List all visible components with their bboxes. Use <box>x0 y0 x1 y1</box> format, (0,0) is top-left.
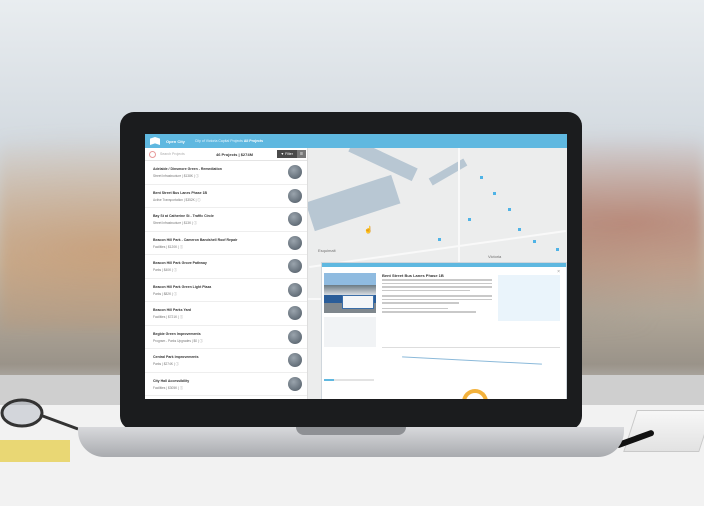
project-name: City Hall Accessibility <box>153 378 190 383</box>
project-meta: Active Transportation | $352K | ⓘ <box>153 197 201 202</box>
project-info-box <box>498 275 560 321</box>
harbour-water <box>308 174 401 232</box>
breadcrumb-current: All Projects <box>243 139 264 143</box>
laptop-screen: Open City City of Victoria Capital Proje… <box>145 134 567 399</box>
project-marker[interactable] <box>438 238 441 241</box>
panel-title: Bent Street Bus Lanes Phase 1B <box>382 273 444 278</box>
project-meta: Parks | $82K | ⓘ <box>153 291 177 296</box>
list-item[interactable]: Begbie Green Improvements Program - Parks… <box>145 326 307 349</box>
search-input[interactable]: Search Projects <box>160 152 208 156</box>
list-item[interactable]: Beacon Hill Park Grove Pathway Parks | $4… <box>145 255 307 279</box>
pointer-cursor-icon: ☝ <box>364 227 373 234</box>
gorge-water <box>428 158 468 186</box>
project-thumbnail <box>288 282 302 297</box>
search-icon <box>149 150 156 158</box>
project-thumbnail <box>288 235 302 250</box>
project-meta: Facilities | $721K | ⓘ <box>153 315 184 319</box>
eyeglasses-prop <box>0 398 79 431</box>
project-name: Beacon Hill Park Green Light Plaza <box>153 284 212 289</box>
list-view-button[interactable]: ☰ <box>296 150 306 158</box>
brand-name[interactable]: Open City <box>166 139 185 144</box>
project-thumbnail <box>288 212 302 226</box>
project-sidebar: Search Projects 46 Projects | $274M ▼ Fi… <box>145 148 308 399</box>
bus-image <box>342 295 374 309</box>
project-meta: Program - Parks Upgrades | $0 | ⓘ <box>153 338 203 343</box>
project-thumbnail <box>288 165 302 179</box>
notebook-prop <box>623 410 704 452</box>
project-marker[interactable] <box>556 248 559 251</box>
breadcrumb-parent[interactable]: City of Victoria Capital Projects <box>195 139 243 143</box>
project-list: Adelaide / Dinsmore Green - Remediation S… <box>145 161 307 396</box>
project-name: Beacon Hill Park Grove Pathway <box>153 261 207 265</box>
project-marker[interactable] <box>518 228 521 231</box>
list-item[interactable]: Beacon Hill Parks Yard Facilities | $721K… <box>145 302 307 326</box>
photo-progress-bar <box>324 379 374 381</box>
project-photo[interactable] <box>324 273 376 313</box>
project-name: Central Park Improvements <box>153 355 199 359</box>
project-meta: Street Infrastructure | $13K | ⓘ <box>153 221 197 225</box>
project-meta: Parks | $40K | ⓘ <box>153 268 177 272</box>
budget-donut-chart <box>462 389 488 399</box>
project-thumbnail <box>288 306 302 320</box>
project-name: Adelaide / Dinsmore Green - Remediation <box>153 167 222 171</box>
sticky-notes-prop <box>0 440 70 462</box>
project-meta: Parks | $274K | ⓘ <box>153 362 179 366</box>
project-meta: Facilities | $120K | ⓘ <box>153 244 184 249</box>
project-marker[interactable] <box>508 208 511 211</box>
project-marker[interactable] <box>493 192 496 195</box>
project-description <box>382 279 492 315</box>
budget-line <box>402 356 542 365</box>
project-name: Beacon Hill Park - Cameron Bandshell Roo… <box>153 237 238 242</box>
map-label-victoria: Victoria <box>488 254 502 259</box>
list-item[interactable]: Adelaide / Dinsmore Green - Remediation S… <box>145 161 307 185</box>
panel-header-bar <box>322 263 566 267</box>
project-thumbnail <box>288 259 302 273</box>
breadcrumb: City of Victoria Capital Projects All Pr… <box>195 139 263 143</box>
list-item[interactable]: Beacon Hill Park Green Light Plaza Parks … <box>145 279 307 302</box>
budget-chart <box>382 347 560 382</box>
list-item[interactable]: Central Park Improvements Parks | $274K |… <box>145 349 307 373</box>
project-thumbnail <box>288 353 302 367</box>
project-thumbnail <box>288 376 302 391</box>
project-detail-panel: Bent Street Bus Lanes Phase 1B × <box>321 262 567 399</box>
project-name: Bent Street Bus Lanes Phase 1B <box>153 190 208 195</box>
list-item[interactable]: Bent Street Bus Lanes Phase 1B Active Tra… <box>145 185 307 208</box>
map-label-esquimalt: Esquimalt <box>318 248 336 253</box>
project-name: Begbie Green Improvements <box>153 331 201 336</box>
search-row: Search Projects 46 Projects | $274M ▼ Fi… <box>145 148 307 161</box>
project-marker[interactable] <box>480 176 483 179</box>
project-meta: Street Infrastructure | $138K | ⓘ <box>153 174 199 178</box>
app-header: Open City City of Victoria Capital Proje… <box>145 134 567 148</box>
project-name: Beacon Hill Parks Yard <box>153 308 192 312</box>
list-item[interactable]: Bay St at Catherine St - Traffic Circle S… <box>145 208 307 232</box>
list-item[interactable]: Beacon Hill Park - Cameron Bandshell Roo… <box>145 232 307 255</box>
project-thumbnail <box>288 329 302 344</box>
project-marker[interactable] <box>468 218 471 221</box>
laptop-notch <box>296 427 406 435</box>
list-item[interactable]: City Hall Accessibility Facilities | $305… <box>145 373 307 396</box>
book-logo-icon[interactable] <box>150 137 160 145</box>
project-meta: Facilities | $305K | ⓘ <box>153 385 184 390</box>
filter-button[interactable]: ▼ Filter <box>276 150 297 158</box>
project-summary: 46 Projects | $274M <box>216 151 253 157</box>
photo-thumbnails[interactable] <box>324 317 376 347</box>
project-thumbnail <box>288 188 302 203</box>
project-marker[interactable] <box>533 240 536 243</box>
project-name: Bay St at Catherine St - Traffic Circle <box>153 214 214 218</box>
